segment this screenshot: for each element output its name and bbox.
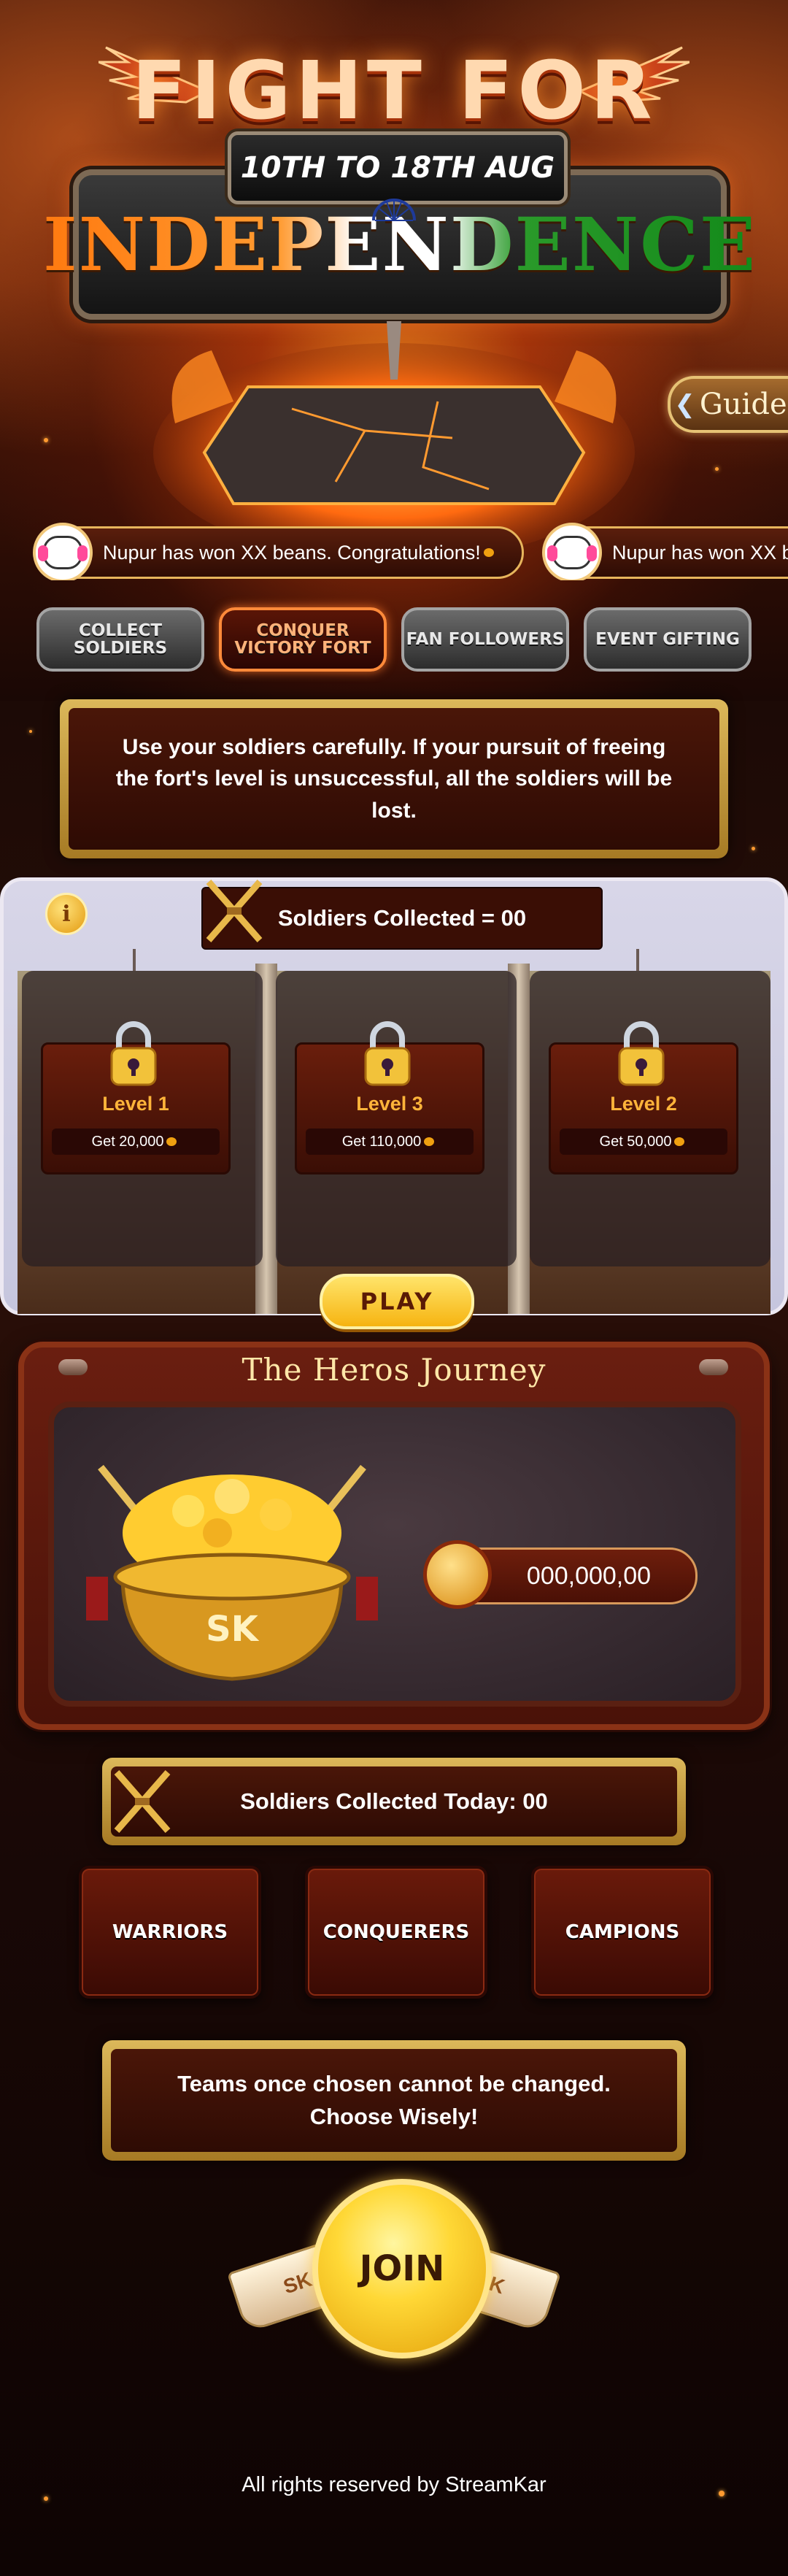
bean-icon xyxy=(424,1137,435,1146)
level-reward: Get 110,000 xyxy=(306,1129,474,1155)
soldiers-today-text: Soldiers Collected Today: 00 xyxy=(111,1766,677,1837)
lock-icon xyxy=(110,1021,157,1086)
reward-text: Get 110,000 xyxy=(341,1133,422,1150)
bean-icon xyxy=(166,1137,177,1146)
ashoka-chakra-icon xyxy=(372,199,416,221)
info-icon[interactable]: i xyxy=(45,893,88,935)
ember xyxy=(44,438,48,442)
crossed-swords-icon xyxy=(114,1770,171,1833)
team-warning-text: Teams once chosen cannot be changed. Cho… xyxy=(111,2049,677,2152)
level-name: Level 2 xyxy=(610,1093,677,1115)
warning-banner: Use your soldiers carefully. If your pur… xyxy=(60,699,728,858)
play-button[interactable]: PLAY xyxy=(320,1274,474,1329)
warning-text: Use your soldiers carefully. If your pur… xyxy=(69,708,719,850)
ticker-text: Nupur has won XX beans. Congratulations! xyxy=(103,541,481,564)
lock-icon xyxy=(618,1021,665,1086)
date-range: 10TH TO 18TH AUG xyxy=(228,131,568,204)
tab-event-gifting[interactable]: EVENT GIFTING xyxy=(584,607,752,672)
team-conquerers-button[interactable]: CONQUERERS xyxy=(305,1866,487,1999)
team-warriors-button[interactable]: WARRIORS xyxy=(79,1866,261,1999)
team-campions-button[interactable]: CAMPIONS xyxy=(531,1866,714,1999)
tab-collect-soldiers[interactable]: COLLECT SOLDIERS xyxy=(36,607,204,672)
tab-fan-followers[interactable]: FAN FOLLOWERS xyxy=(401,607,569,672)
ember xyxy=(29,730,32,733)
guide-label: Guide xyxy=(699,388,787,421)
title-fight-for: FIGHT FOR xyxy=(131,44,657,137)
avatar xyxy=(33,523,93,580)
avatar xyxy=(542,523,602,580)
ember xyxy=(752,847,755,850)
bean-icon xyxy=(483,548,494,557)
team-warning-banner: Teams once chosen cannot be changed. Cho… xyxy=(102,2040,686,2161)
join-button[interactable]: JOIN xyxy=(312,2179,492,2358)
journey-title: The Heros Journey xyxy=(242,1352,546,1388)
lock-icon xyxy=(364,1021,411,1086)
guide-arrow-icon: ❮ xyxy=(674,390,695,419)
soldiers-today-banner: Soldiers Collected Today: 00 xyxy=(102,1758,686,1845)
tab-conquer-victory-fort[interactable]: CONQUER VICTORY FORT xyxy=(219,607,387,672)
crossed-swords-icon xyxy=(206,880,263,942)
bean-icon xyxy=(674,1137,685,1146)
guide-button[interactable]: ❮ Guide xyxy=(668,376,788,433)
event-tabs: COLLECT SOLDIERS CONQUER VICTORY FORT FA… xyxy=(36,607,752,672)
reward-text: Get 50,000 xyxy=(599,1133,672,1150)
pot-label: SK xyxy=(206,1609,260,1650)
level-reward: Get 20,000 xyxy=(52,1129,220,1155)
reward-text: Get 20,000 xyxy=(91,1133,164,1150)
ticker-item: Nupur has won XX b xyxy=(542,523,788,580)
level-reward: Get 50,000 xyxy=(560,1129,727,1155)
join-area: SK SK JOIN xyxy=(227,2172,561,2383)
ember xyxy=(715,467,719,471)
level-name: Level 1 xyxy=(102,1093,169,1115)
level-name: Level 3 xyxy=(356,1093,423,1115)
gold-pot-icon: SK xyxy=(86,1464,378,1681)
footer-text: All rights reserved by StreamKar xyxy=(242,2473,546,2496)
ticker-item: Nupur has won XX beans. Congratulations! xyxy=(33,523,524,580)
coin-icon xyxy=(423,1540,492,1609)
ticker-text: Nupur has won XX b xyxy=(612,541,788,564)
coin-value: 000,000,00 xyxy=(526,1561,652,1590)
winner-ticker: Nupur has won XX beans. Congratulations!… xyxy=(0,522,788,580)
